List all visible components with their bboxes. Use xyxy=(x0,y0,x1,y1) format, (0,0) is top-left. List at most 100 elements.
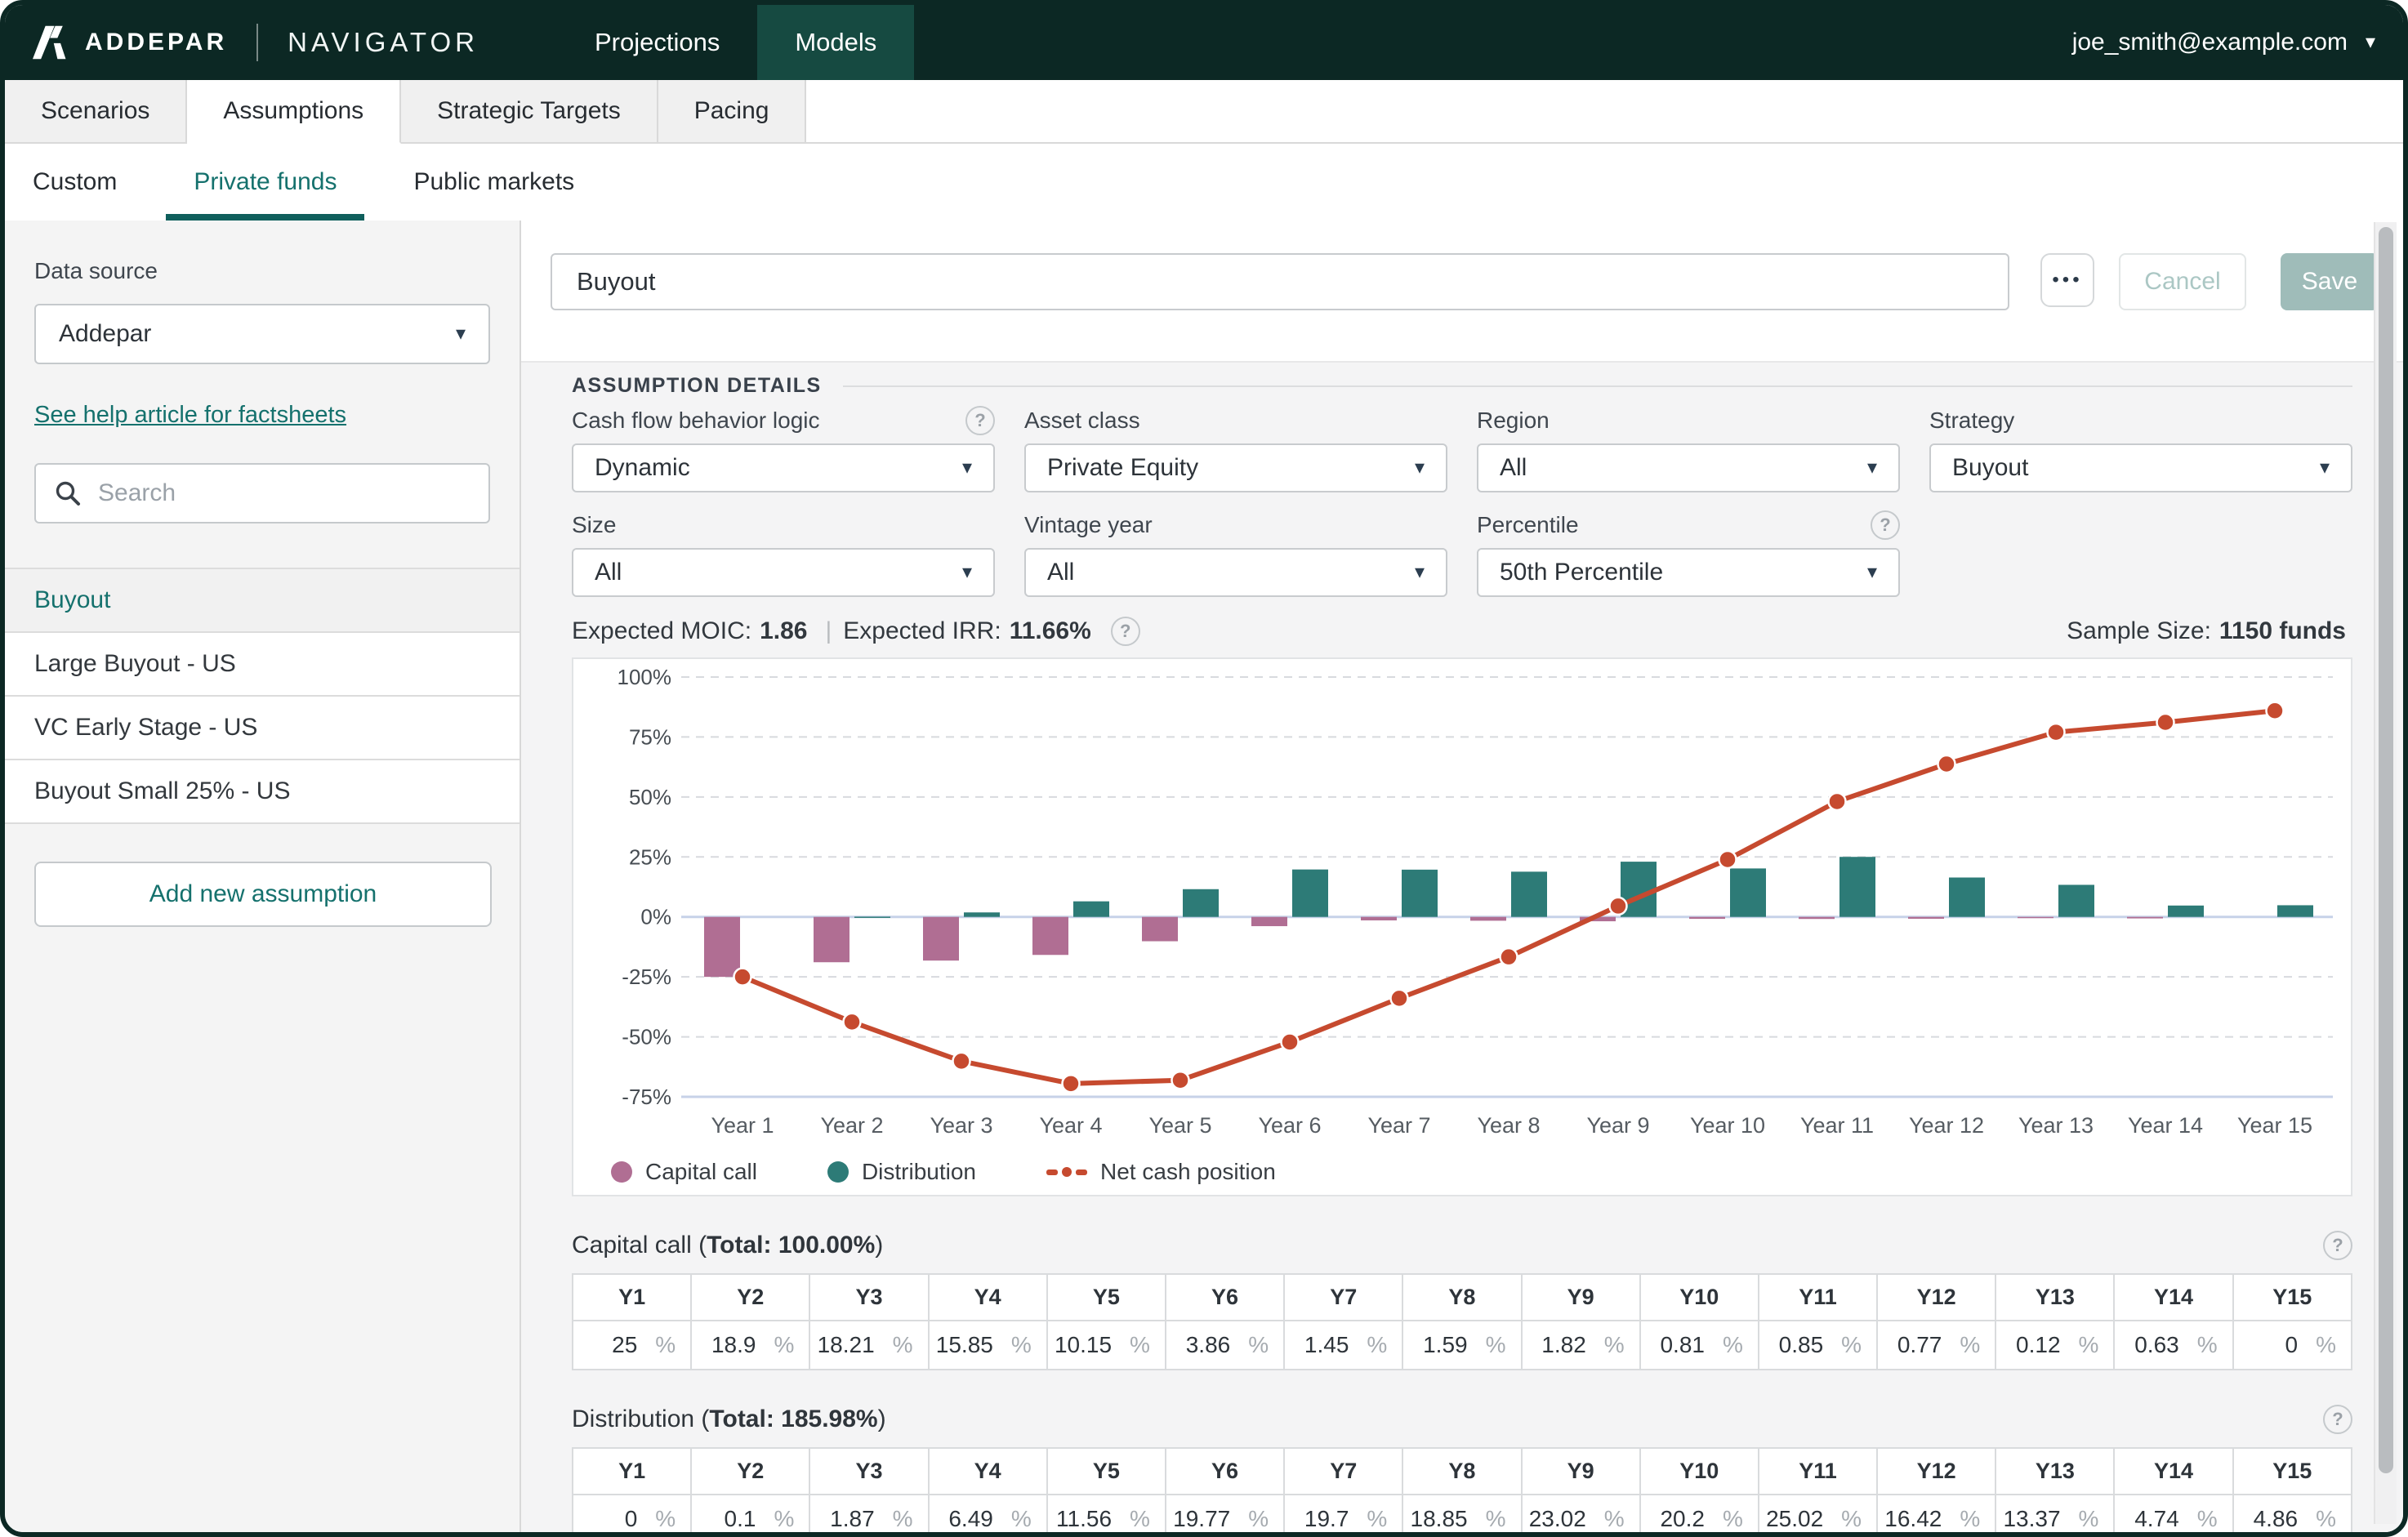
sidebar-item-vc-early-stage-us[interactable]: VC Early Stage - US xyxy=(5,697,520,760)
field-select-vintage-year[interactable]: All▾ xyxy=(1024,548,1447,597)
assumption-list: BuyoutLarge Buyout - USVC Early Stage - … xyxy=(5,568,520,824)
percent-input-cell[interactable]: 3.86% xyxy=(1166,1321,1284,1370)
tab-assumptions[interactable]: Assumptions xyxy=(187,80,401,144)
percent-input-cell[interactable]: 0% xyxy=(2233,1321,2352,1370)
sidebar-item-buyout[interactable]: Buyout xyxy=(5,569,520,633)
add-new-assumption-button[interactable]: Add new assumption xyxy=(34,862,492,927)
cancel-button[interactable]: Cancel xyxy=(2119,253,2246,310)
tab-scenarios[interactable]: Scenarios xyxy=(5,80,187,144)
field-select-percentile[interactable]: 50th Percentile▾ xyxy=(1477,548,1900,597)
field-region: RegionAll▾ xyxy=(1477,406,1900,492)
percent-unit: % xyxy=(1960,1506,1980,1531)
expected-moic-label: Expected MOIC: xyxy=(572,617,751,645)
help-icon[interactable]: ? xyxy=(1871,510,1900,540)
percent-input-cell[interactable]: 18.21% xyxy=(809,1321,928,1370)
field-value: All xyxy=(595,559,622,586)
year-header: Y8 xyxy=(1402,1448,1521,1495)
percent-input-cell[interactable]: 25% xyxy=(573,1321,691,1370)
percent-input-cell[interactable]: 0% xyxy=(573,1495,691,1532)
percent-input-cell[interactable]: 1.45% xyxy=(1284,1321,1402,1370)
help-icon[interactable]: ? xyxy=(2323,1405,2352,1434)
svg-text:-25%: -25% xyxy=(622,965,671,989)
percent-input-cell[interactable]: 18.85% xyxy=(1402,1495,1521,1532)
year-header: Y13 xyxy=(1996,1448,2114,1495)
assumption-search[interactable] xyxy=(34,463,490,523)
percent-input-cell[interactable]: 0.85% xyxy=(1759,1321,1877,1370)
percent-unit: % xyxy=(1604,1332,1625,1357)
percent-input-cell[interactable]: 1.59% xyxy=(1402,1321,1521,1370)
field-value: Buyout xyxy=(1952,454,2028,482)
field-select-strategy[interactable]: Buyout▾ xyxy=(1929,443,2352,492)
addepar-brand[interactable]: ADDEPAR xyxy=(33,24,227,61)
factsheets-help-link[interactable]: See help article for factsheets xyxy=(34,402,346,429)
percent-unit: % xyxy=(2079,1332,2099,1357)
field-cash-flow-behavior-logic: Cash flow behavior logic? Dynamic▾ xyxy=(572,406,995,492)
subtab-public-markets[interactable]: Public markets xyxy=(386,144,602,221)
tab-pacing[interactable]: Pacing xyxy=(658,80,807,144)
percent-input-cell[interactable]: 1.82% xyxy=(1522,1321,1640,1370)
percent-input-cell[interactable]: 25.02% xyxy=(1759,1495,1877,1532)
percent-input-cell[interactable]: 0.1% xyxy=(691,1495,809,1532)
legend-item-capital-call: Capital call xyxy=(611,1159,757,1185)
percent-input-cell[interactable]: 10.15% xyxy=(1047,1321,1166,1370)
field-label: Percentile xyxy=(1477,512,1579,538)
percent-input-cell[interactable]: 0.77% xyxy=(1877,1321,1996,1370)
assumption-name-input[interactable] xyxy=(551,253,2009,310)
assumption-details-panel: ASSUMPTION DETAILS Cash flow behavior lo… xyxy=(521,361,2403,1532)
cell-value: 15.85 xyxy=(936,1332,993,1357)
cash-flow-chart-plot[interactable]: 100%75%50%25%0%-25%-50%-75%Year 1Year 2Y… xyxy=(573,659,2351,1149)
percent-table: Y1Y2Y3Y4Y5Y6Y7Y8Y9Y10Y11Y12Y13Y14Y150%0.… xyxy=(572,1447,2352,1532)
sample-size-value: 1150 funds xyxy=(2219,617,2346,645)
percent-input-cell[interactable]: 0.12% xyxy=(1996,1321,2114,1370)
more-actions-button[interactable]: ••• xyxy=(2040,253,2094,307)
percent-input-cell[interactable]: 20.2% xyxy=(1640,1495,1759,1532)
year-header: Y3 xyxy=(809,1448,928,1495)
subtab-custom[interactable]: Custom xyxy=(5,144,145,221)
percent-input-cell[interactable]: 16.42% xyxy=(1877,1495,1996,1532)
scrollbar-thumb[interactable] xyxy=(2379,227,2393,1473)
field-select-region[interactable]: All▾ xyxy=(1477,443,1900,492)
subtab-private-funds[interactable]: Private funds xyxy=(166,144,364,221)
field-select-asset-class[interactable]: Private Equity▾ xyxy=(1024,443,1447,492)
cell-value: 23.02 xyxy=(1529,1506,1586,1531)
percent-input-cell[interactable]: 19.7% xyxy=(1284,1495,1402,1532)
svg-text:25%: 25% xyxy=(629,844,671,869)
percent-input-cell[interactable]: 13.37% xyxy=(1996,1495,2114,1532)
percent-input-cell[interactable]: 15.85% xyxy=(929,1321,1047,1370)
cell-value: 11.56 xyxy=(1056,1506,1112,1531)
percent-input-cell[interactable]: 1.87% xyxy=(809,1495,928,1532)
percent-unit: % xyxy=(1841,1332,1862,1357)
topnav-item-models[interactable]: Models xyxy=(757,5,914,80)
percent-unit: % xyxy=(2079,1506,2099,1531)
legend-swatch-icon xyxy=(611,1161,632,1183)
sidebar-item-large-buyout-us[interactable]: Large Buyout - US xyxy=(5,633,520,697)
topnav-item-projections[interactable]: Projections xyxy=(557,5,757,80)
data-source-select[interactable]: Addepar ▾ xyxy=(34,304,490,364)
field-label: Cash flow behavior logic xyxy=(572,408,820,434)
field-select-size[interactable]: All▾ xyxy=(572,548,995,597)
help-icon[interactable]: ? xyxy=(1111,617,1140,646)
search-input[interactable] xyxy=(96,479,470,508)
percent-input-cell[interactable]: 6.49% xyxy=(929,1495,1047,1532)
year-header: Y11 xyxy=(1759,1448,1877,1495)
field-select-cash-flow-behavior-logic[interactable]: Dynamic▾ xyxy=(572,443,995,492)
addepar-logo-icon xyxy=(33,24,70,61)
percent-input-cell[interactable]: 19.77% xyxy=(1166,1495,1284,1532)
percent-input-cell[interactable]: 4.86% xyxy=(2233,1495,2352,1532)
sidebar-item-buyout-small-25-us[interactable]: Buyout Small 25% - US xyxy=(5,760,520,824)
user-menu[interactable]: joe_smith@example.com ▾ xyxy=(2072,29,2375,56)
chevron-down-icon: ▾ xyxy=(1867,563,1877,582)
percent-input-cell[interactable]: 11.56% xyxy=(1047,1495,1166,1532)
svg-text:75%: 75% xyxy=(629,724,671,749)
percent-input-cell[interactable]: 23.02% xyxy=(1522,1495,1640,1532)
percent-input-cell[interactable]: 0.81% xyxy=(1640,1321,1759,1370)
percent-input-cell[interactable]: 0.63% xyxy=(2114,1321,2232,1370)
save-button[interactable]: Save xyxy=(2281,253,2379,310)
tab-strategic-targets[interactable]: Strategic Targets xyxy=(401,80,658,144)
scrollbar-track[interactable] xyxy=(2374,222,2397,1524)
percent-input-cell[interactable]: 4.74% xyxy=(2114,1495,2232,1532)
help-icon[interactable]: ? xyxy=(965,406,995,435)
percent-input-cell[interactable]: 18.9% xyxy=(691,1321,809,1370)
help-icon[interactable]: ? xyxy=(2323,1231,2352,1260)
chevron-down-icon: ▾ xyxy=(962,458,972,478)
